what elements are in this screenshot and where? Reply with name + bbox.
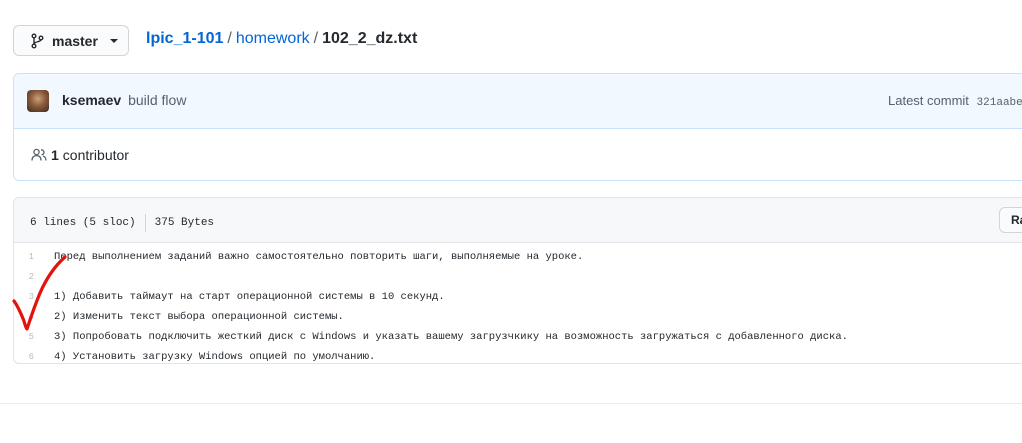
line-number[interactable]: 1 (14, 247, 54, 267)
commit-summary: ksemaev build flow (62, 92, 186, 108)
line-content: 4) Установить загрузку Windows опцией по… (54, 351, 376, 363)
branch-select-button[interactable]: master (13, 25, 129, 56)
people-icon (31, 148, 47, 161)
file-info-divider (144, 214, 146, 232)
line-number[interactable]: 3 (14, 287, 54, 307)
line-number[interactable]: 4 (14, 307, 54, 327)
contributors-label: contributor (62, 147, 129, 163)
file-size: 375 Bytes (154, 217, 215, 229)
contributors-bar: 1 contributor (14, 129, 1022, 180)
avatar[interactable] (27, 90, 49, 112)
code-line: 3 1) Добавить таймаут на старт операцион… (14, 287, 1022, 307)
chevron-down-icon (109, 38, 118, 43)
code-line: 2 (14, 267, 1022, 287)
line-content: 1) Добавить таймаут на старт операционно… (54, 291, 445, 303)
contributors-count: 1 (51, 147, 59, 163)
file-info: 6 lines (5 sloc) 375 Bytes (30, 214, 214, 232)
line-content: 3) Попробовать подключить жесткий диск с… (54, 331, 848, 343)
breadcrumb-repo-link[interactable]: lpic_1-101 (146, 29, 223, 49)
code-line: 1 Перед выполнением заданий важно самост… (14, 247, 1022, 267)
breadcrumb-separator: / (227, 30, 232, 47)
commit-sha-link[interactable]: 321aabe (977, 97, 1022, 109)
contributors-link[interactable]: 1 contributor (31, 147, 129, 163)
latest-commit-info: Latest commit 321aabe (888, 93, 1022, 109)
latest-commit-bar: ksemaev build flow Latest commit 321aabe (14, 74, 1022, 129)
line-content: Перед выполнением заданий важно самостоя… (54, 251, 584, 263)
breadcrumb: lpic_1-101 / homework / 102_2_dz.txt (146, 29, 417, 49)
file-viewer: 6 lines (5 sloc) 375 Bytes Ra 1 Перед вы… (13, 197, 1022, 364)
code-body: 1 Перед выполнением заданий важно самост… (14, 243, 1022, 363)
line-number[interactable]: 5 (14, 327, 54, 347)
git-branch-icon (31, 33, 44, 48)
breadcrumb-separator: / (313, 30, 319, 47)
commit-author-link[interactable]: ksemaev (62, 92, 121, 108)
branch-label: master (52, 32, 98, 49)
latest-commit-label: Latest commit (888, 93, 969, 108)
line-content: 2) Изменить текст выбора операционной си… (54, 311, 344, 323)
file-line-count: 6 lines (5 sloc) (30, 217, 136, 229)
code-line: 5 3) Попробовать подключить жесткий диск… (14, 327, 1022, 347)
breadcrumb-file-name: 102_2_dz.txt (322, 30, 418, 47)
line-number[interactable]: 6 (14, 347, 54, 363)
line-number[interactable]: 2 (14, 267, 54, 287)
commit-panel: ksemaev build flow Latest commit 321aabe… (13, 73, 1022, 181)
commit-message-link[interactable]: build flow (128, 92, 186, 108)
file-header: 6 lines (5 sloc) 375 Bytes Ra (14, 198, 1022, 243)
breadcrumb-folder-link[interactable]: homework (236, 29, 310, 49)
page-divider (0, 403, 1022, 404)
raw-button[interactable]: Ra (999, 207, 1022, 233)
code-line: 6 4) Установить загрузку Windows опцией … (14, 347, 1022, 363)
code-line: 4 2) Изменить текст выбора операционной … (14, 307, 1022, 327)
